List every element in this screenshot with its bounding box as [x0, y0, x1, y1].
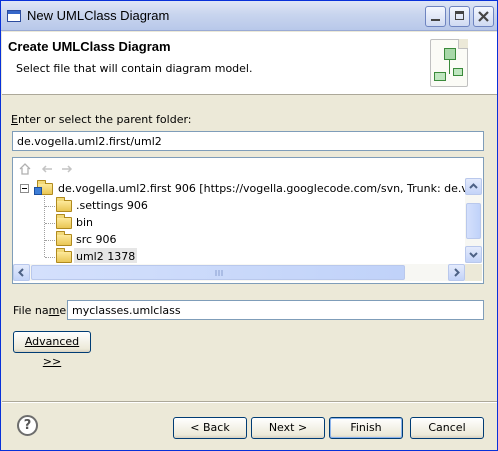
next-button-label: Next > [268, 421, 308, 434]
chevron-right-icon [454, 268, 460, 277]
file-name-input[interactable]: myclasses.umlclass [67, 300, 484, 320]
scroll-left-button[interactable] [13, 264, 30, 281]
button-bar-separator [2, 401, 497, 403]
scroll-down-button[interactable] [465, 246, 482, 263]
finish-button[interactable]: Finish [329, 417, 403, 439]
parent-folder-label: Enter or select the parent folder: [11, 113, 192, 126]
tree-item-label: src 906 [76, 233, 117, 246]
scroll-thumb[interactable] [466, 203, 481, 239]
collapse-toggle-icon[interactable] [20, 184, 29, 193]
grip-icon [215, 270, 223, 276]
close-button[interactable] [473, 6, 494, 27]
tree-item-settings[interactable]: .settings 906 [13, 197, 465, 214]
tree-item-bin[interactable]: bin [13, 214, 465, 231]
connector-line [449, 60, 450, 74]
forward-arrow-icon[interactable] [61, 163, 73, 175]
home-icon[interactable] [19, 163, 31, 175]
minimize-button[interactable] [425, 6, 446, 27]
scroll-up-button[interactable] [465, 178, 482, 195]
parent-folder-label-rest: nter or select the parent folder: [17, 113, 192, 126]
back-button[interactable]: < Back [173, 417, 247, 439]
advanced-button-label: Advanced >> [24, 335, 80, 368]
window-icon [7, 10, 21, 22]
cube-icon [444, 48, 456, 60]
page-description: Select file that will contain diagram mo… [16, 62, 253, 75]
horizontal-scrollbar[interactable] [13, 264, 465, 281]
class-box-icon [453, 68, 463, 76]
wizard-header: Create UMLClass Diagram Select file that… [2, 32, 497, 95]
tree-rows: de.vogella.uml2.first 906 [https://vogel… [13, 178, 465, 263]
scroll-right-button[interactable] [448, 264, 465, 281]
folder-tree[interactable]: de.vogella.uml2.first 906 [https://vogel… [12, 157, 484, 284]
tree-item-label: uml2 1378 [74, 248, 138, 263]
class-box-icon [434, 72, 446, 81]
folder-icon [56, 214, 72, 229]
vertical-scrollbar[interactable] [465, 178, 482, 263]
project-folder-icon [34, 180, 53, 195]
folder-icon [56, 231, 72, 246]
dialog-window: New UMLClass Diagram Create UMLClass Dia… [0, 0, 498, 451]
file-name-label-part: File na [13, 304, 49, 317]
close-icon [478, 11, 489, 22]
tree-item-label: .settings 906 [76, 199, 148, 212]
parent-folder-label-mnemonic: E [11, 113, 18, 126]
chevron-down-icon [469, 252, 478, 258]
folder-icon [56, 248, 72, 263]
next-button[interactable]: Next > [251, 417, 325, 439]
scroll-thumb[interactable] [31, 265, 405, 280]
cancel-button-label: Cancel [428, 421, 466, 434]
tree-item-label: bin [76, 216, 94, 229]
finish-button-label: Finish [350, 421, 382, 434]
file-name-label-mnemonic: m [48, 304, 60, 317]
advanced-button[interactable]: Advanced >> [13, 331, 91, 368]
tree-item-uml2[interactable]: uml2 1378 [13, 248, 465, 263]
file-name-label: File name: [13, 304, 70, 317]
scrollbar-corner [465, 264, 482, 281]
title-bar[interactable]: New UMLClass Diagram [1, 1, 497, 31]
back-arrow-icon[interactable] [41, 163, 53, 175]
parent-folder-input[interactable]: de.vogella.uml2.first/uml2 [12, 131, 484, 151]
page-title: Create UMLClass Diagram [8, 39, 171, 54]
tree-item-project[interactable]: de.vogella.uml2.first 906 [https://vogel… [13, 180, 465, 197]
tree-item-label: de.vogella.uml2.first 906 [https://vogel… [58, 182, 465, 195]
folder-icon [56, 197, 72, 212]
chevron-up-icon [469, 183, 478, 189]
maximize-button[interactable] [449, 6, 470, 27]
window-title: New UMLClass Diagram [27, 8, 170, 23]
help-icon[interactable]: ? [17, 415, 38, 436]
tree-item-src[interactable]: src 906 [13, 231, 465, 248]
cancel-button[interactable]: Cancel [410, 417, 484, 439]
back-button-label: < Back [190, 421, 230, 434]
chevron-left-icon [18, 268, 24, 277]
wizard-banner-icon [430, 39, 468, 87]
